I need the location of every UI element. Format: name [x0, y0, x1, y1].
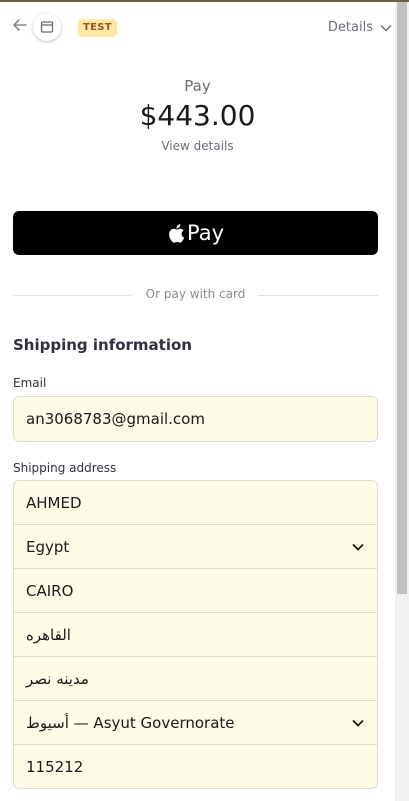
country-value: Egypt: [26, 537, 70, 556]
city-field[interactable]: CAIRO: [13, 568, 378, 613]
scrollbar[interactable]: [395, 2, 409, 801]
pay-label: Pay: [184, 77, 211, 95]
apple-pay-label: Pay: [186, 221, 225, 245]
address-line1-value: القاهره: [26, 625, 71, 644]
total-amount: $443.00: [139, 99, 256, 132]
state-value: أسيوط — Asyut Governorate: [26, 713, 235, 732]
name-field[interactable]: AHMED: [13, 480, 378, 525]
chevron-down-icon: [352, 719, 364, 727]
city-value: CAIRO: [26, 581, 74, 600]
arrow-left-icon[interactable]: [11, 16, 29, 34]
divider-line-right: [258, 295, 378, 296]
header: TEST Details: [0, 2, 395, 50]
postal-code-value: 115212: [26, 757, 84, 776]
address-line2-value: مدينه نصر: [26, 669, 89, 688]
divider: Or pay with card: [13, 286, 378, 304]
scrollbar-thumb[interactable]: [397, 2, 407, 594]
apple-icon: [169, 223, 185, 243]
details-toggle[interactable]: Details: [328, 20, 393, 35]
chevron-down-icon: [352, 543, 364, 551]
email-field[interactable]: an3068783@gmail.com: [13, 396, 378, 442]
apple-pay-button[interactable]: Pay: [13, 211, 378, 255]
shipping-title: Shipping information: [13, 336, 192, 354]
state-select[interactable]: أسيوط — Asyut Governorate: [13, 700, 378, 745]
email-label: Email: [13, 376, 47, 390]
email-value: an3068783@gmail.com: [26, 410, 205, 428]
divider-text: Or pay with card: [145, 287, 246, 301]
view-details-link[interactable]: View details: [0, 139, 395, 153]
details-label: Details: [327, 20, 373, 35]
country-select[interactable]: Egypt: [13, 524, 378, 569]
checkout-page: TEST Details Pay $443.00 View details Pa…: [0, 2, 395, 801]
shipping-address-label: Shipping address: [13, 461, 117, 475]
postal-code-field[interactable]: 115212: [13, 744, 378, 789]
address-line2-field[interactable]: مدينه نصر: [13, 656, 378, 701]
store-icon: [33, 13, 61, 41]
test-mode-badge: TEST: [78, 19, 117, 37]
address-line1-field[interactable]: القاهره: [13, 612, 378, 657]
name-value: AHMED: [26, 493, 82, 512]
chevron-down-icon: [380, 24, 392, 32]
